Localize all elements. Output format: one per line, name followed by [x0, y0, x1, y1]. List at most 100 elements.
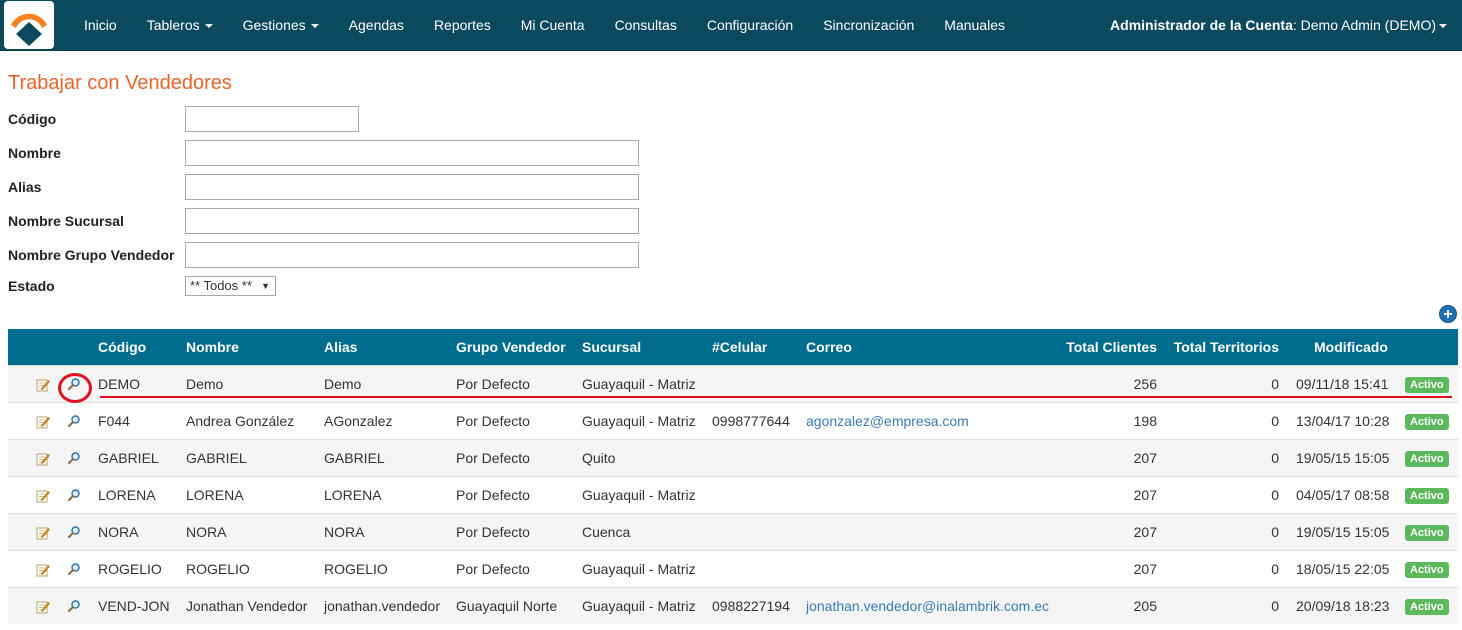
cell-codigo: DEMO	[98, 376, 140, 392]
magnifier-icon[interactable]	[67, 488, 81, 502]
select-arrow-icon: ▼	[261, 281, 270, 291]
cell-total-territorios: 0	[1271, 450, 1279, 466]
status-badge: Activo	[1405, 414, 1449, 430]
col-header-total-territorios[interactable]: Total Territorios	[1174, 329, 1279, 365]
app-logo[interactable]	[4, 1, 54, 49]
cell-total-territorios: 0	[1271, 561, 1279, 577]
edit-icon[interactable]	[36, 600, 50, 614]
edit-icon[interactable]	[36, 452, 50, 466]
col-header-grupo[interactable]: Grupo Vendedor	[456, 329, 566, 365]
cell-modificado: 13/04/17 10:28	[1296, 413, 1390, 429]
nav-item-mi-cuenta[interactable]: Mi Cuenta	[506, 0, 600, 51]
cell-nombre: Jonathan Vendedor	[186, 598, 308, 614]
nav-item-manuales[interactable]: Manuales	[929, 0, 1020, 51]
account-menu[interactable]: Administrador de la Cuenta: Demo Admin (…	[1110, 0, 1447, 51]
cell-nombre: ROGELIO	[186, 561, 250, 577]
vendedores-table: Código Nombre Alias Grupo Vendedor Sucur…	[8, 329, 1458, 624]
grupo-vendedor-input[interactable]	[185, 242, 639, 268]
estado-selected-value: ** Todos **	[190, 278, 252, 293]
cell-sucursal: Cuenca	[582, 524, 631, 540]
cell-sucursal: Guayaquil - Matriz	[582, 561, 696, 577]
magnifier-icon[interactable]	[67, 451, 81, 465]
edit-icon[interactable]	[36, 378, 50, 392]
nombre-label: Nombre	[8, 145, 61, 161]
cell-alias: AGonzalez	[324, 413, 393, 429]
table-row: NORA NORA NORA Por Defecto Cuenca 207 0 19/05/1…	[8, 513, 1458, 550]
magnifier-icon[interactable]	[67, 562, 81, 576]
nav-item-label: Agendas	[348, 17, 404, 33]
cell-total-clientes: 207	[1133, 561, 1157, 577]
cell-total-clientes: 256	[1133, 376, 1157, 392]
cell-codigo: F044	[98, 413, 130, 429]
cell-grupo: Por Defecto	[456, 376, 530, 392]
table-row: GABRIEL GABRIEL GABRIEL Por Defecto Quito 207…	[8, 439, 1458, 476]
table-body: DEMO Demo Demo Por Defecto Guayaquil - Matri…	[8, 365, 1458, 624]
nav-item-gestiones[interactable]: Gestiones	[228, 0, 334, 51]
nav-item-sincronizaci-n[interactable]: Sincronización	[808, 0, 929, 51]
nav-item-tableros[interactable]: Tableros	[132, 0, 228, 51]
add-vendedor-button[interactable]: +	[1439, 305, 1457, 323]
table-header: Código Nombre Alias Grupo Vendedor Sucur…	[8, 329, 1458, 365]
col-header-total-clientes[interactable]: Total Clientes	[1066, 329, 1157, 365]
status-badge: Activo	[1405, 562, 1449, 578]
cell-total-clientes: 205	[1133, 598, 1157, 614]
nav-item-inicio[interactable]: Inicio	[69, 0, 132, 51]
col-header-modificado[interactable]: Modificado	[1314, 329, 1388, 365]
top-navbar: Inicio Tableros Gestiones Agendas Reportes Mi…	[0, 0, 1462, 51]
cell-alias: ROGELIO	[324, 561, 388, 577]
col-header-correo[interactable]: Correo	[806, 329, 852, 365]
cell-modificado: 18/05/15 22:05	[1296, 561, 1390, 577]
alias-input[interactable]	[185, 174, 639, 200]
estado-select[interactable]: ** Todos ** ▼	[185, 276, 276, 296]
col-header-sucursal[interactable]: Sucursal	[582, 329, 641, 365]
sucursal-label: Nombre Sucursal	[8, 213, 124, 229]
cell-correo: agonzalez@empresa.com	[806, 403, 969, 440]
nav-item-consultas[interactable]: Consultas	[600, 0, 692, 51]
cell-modificado: 04/05/17 08:58	[1296, 487, 1390, 503]
magnifier-icon[interactable]	[67, 599, 81, 613]
codigo-input[interactable]	[185, 106, 359, 132]
magnifier-icon[interactable]	[67, 414, 81, 428]
nav-item-label: Inicio	[84, 17, 117, 33]
codigo-label: Código	[8, 111, 57, 127]
nav-item-label: Consultas	[614, 17, 677, 33]
nav-item-label: Gestiones	[242, 17, 306, 33]
cell-grupo: Por Defecto	[456, 487, 530, 503]
page-title: Trabajar con Vendedores	[8, 72, 232, 94]
sucursal-input[interactable]	[185, 208, 639, 234]
nav-item-label: Configuración	[706, 17, 794, 33]
edit-icon[interactable]	[36, 489, 50, 503]
chevron-down-icon	[310, 24, 319, 28]
col-header-alias[interactable]: Alias	[324, 329, 357, 365]
edit-icon[interactable]	[36, 563, 50, 577]
col-header-celular[interactable]: #Celular	[712, 329, 767, 365]
nav-item-configuraci-n[interactable]: Configuración	[692, 0, 808, 51]
status-badge: Activo	[1405, 525, 1449, 541]
nav-item-label: Mi Cuenta	[520, 17, 585, 33]
cell-total-territorios: 0	[1271, 376, 1279, 392]
edit-icon[interactable]	[36, 415, 50, 429]
nav-menu: Inicio Tableros Gestiones Agendas Reportes Mi…	[69, 0, 1020, 51]
status-badge: Activo	[1405, 599, 1449, 615]
grupo-vendedor-label: Nombre Grupo Vendedor	[8, 247, 175, 263]
cell-total-clientes: 207	[1133, 450, 1157, 466]
cell-total-clientes: 198	[1133, 413, 1157, 429]
cell-modificado: 19/05/15 15:05	[1296, 450, 1390, 466]
nav-item-reportes[interactable]: Reportes	[419, 0, 506, 51]
cell-nombre: Demo	[186, 376, 224, 392]
email-link[interactable]: jonathan.vendedor@inalambrik.com.ec	[806, 598, 1049, 614]
magnifier-icon[interactable]	[67, 377, 81, 391]
col-header-codigo[interactable]: Código	[98, 329, 146, 365]
cell-sucursal: Guayaquil - Matriz	[582, 487, 696, 503]
cell-nombre: GABRIEL	[186, 450, 247, 466]
edit-icon[interactable]	[36, 526, 50, 540]
col-header-nombre[interactable]: Nombre	[186, 329, 239, 365]
nav-item-agendas[interactable]: Agendas	[334, 0, 419, 51]
email-link[interactable]: agonzalez@empresa.com	[806, 413, 969, 429]
cell-sucursal: Quito	[582, 450, 616, 466]
nombre-input[interactable]	[185, 140, 639, 166]
cell-grupo: Por Defecto	[456, 524, 530, 540]
magnifier-icon[interactable]	[67, 525, 81, 539]
alias-label: Alias	[8, 179, 42, 195]
nav-item-label: Reportes	[433, 17, 491, 33]
